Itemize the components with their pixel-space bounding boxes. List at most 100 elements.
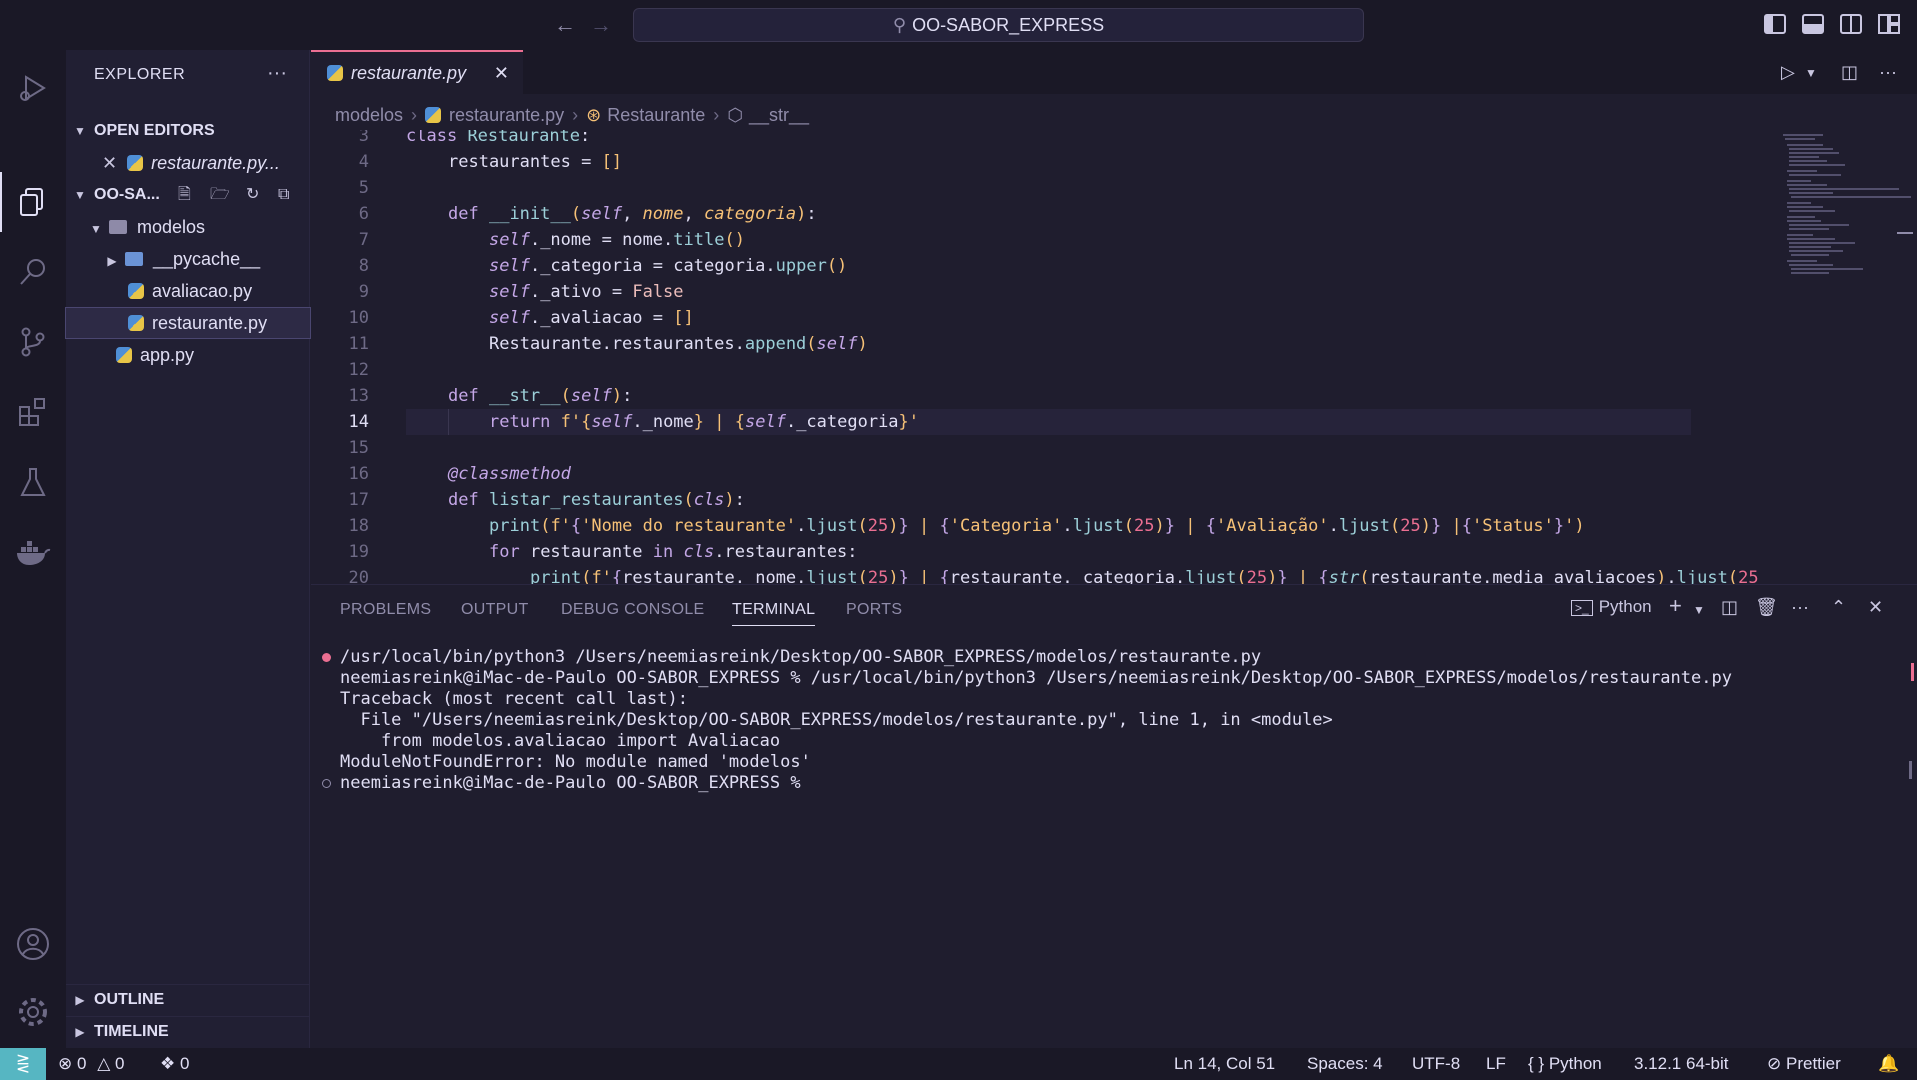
line-number: 6	[358, 204, 369, 224]
end-of-line[interactable]: LF	[1486, 1048, 1506, 1080]
python-file-icon	[425, 107, 442, 123]
code-line: 10 self._avaliacao = []	[311, 305, 1791, 331]
timeline-section[interactable]: ▶ TIMELINE	[66, 1016, 310, 1046]
outline-section[interactable]: ▶ OUTLINE	[66, 984, 310, 1014]
line-number: 20	[348, 568, 369, 584]
toggle-primary-sidebar-icon[interactable]	[1764, 14, 1786, 34]
account-icon[interactable]	[0, 914, 66, 974]
code-line: 9 self._ativo = False	[311, 279, 1791, 305]
collapse-all-icon[interactable]: ⧉	[278, 180, 289, 210]
explorer-icon[interactable]	[0, 172, 66, 232]
cursor-position[interactable]: Ln 14, Col 51	[1174, 1048, 1275, 1080]
problems-indicator[interactable]: ⊗ 0 △ 0	[58, 1048, 124, 1080]
file-app[interactable]: app.py	[66, 340, 310, 370]
toggle-secondary-sidebar-icon[interactable]	[1840, 14, 1862, 34]
code-text: self._nome = nome.title()	[489, 230, 745, 250]
split-editor-icon[interactable]: ◫	[1841, 62, 1858, 83]
new-terminal-icon[interactable]: +	[1669, 593, 1682, 619]
activity-bar	[0, 50, 66, 1048]
close-tab-icon[interactable]: ✕	[494, 52, 509, 94]
remote-indicator-icon[interactable]: ⋛	[0, 1048, 46, 1080]
run-python-icon[interactable]: ▷	[1781, 62, 1795, 83]
manage-gear-icon[interactable]	[0, 982, 66, 1042]
python-interpreter[interactable]: 3.12.1 64-bit	[1634, 1048, 1729, 1080]
code-text: restaurantes = []	[448, 152, 623, 172]
source-control-icon[interactable]	[0, 312, 66, 372]
python-file-icon	[127, 155, 144, 171]
breadcrumb-folder[interactable]: modelos	[335, 105, 403, 125]
chevron-down-icon[interactable]: ▼	[1693, 603, 1705, 617]
chevron-down-icon[interactable]: ▼	[1805, 66, 1817, 80]
python-file-icon	[128, 315, 144, 331]
tab-restaurante[interactable]: restaurante.py ✕	[311, 50, 523, 94]
toggle-panel-icon[interactable]	[1802, 14, 1824, 34]
python-file-icon	[128, 283, 144, 299]
breadcrumb-file[interactable]: restaurante.py	[449, 105, 564, 125]
close-panel-icon[interactable]: ✕	[1868, 597, 1883, 618]
forward-arrow-icon[interactable]: →	[588, 12, 614, 38]
tab-terminal[interactable]: TERMINAL	[732, 601, 816, 626]
open-editors-section[interactable]: ▼ OPEN EDITORS	[66, 116, 310, 146]
line-number: 19	[348, 542, 369, 562]
formatter-label: Prettier	[1785, 1054, 1841, 1073]
code-line: 7 self._nome = nome.title()	[311, 227, 1791, 253]
line-number: 17	[348, 490, 369, 510]
maximize-panel-icon[interactable]: ⌃	[1831, 597, 1846, 618]
more-actions-icon[interactable]: ···	[267, 62, 287, 85]
terminal-icon: >_	[1571, 600, 1593, 616]
run-debug-icon[interactable]	[0, 58, 66, 118]
split-terminal-icon[interactable]: ◫	[1721, 597, 1738, 618]
minimap[interactable]	[1777, 130, 1917, 584]
code-editor[interactable]: 3 class Restaurante: 4 restaurantes = [] 5…	[311, 130, 1791, 584]
extensions-icon[interactable]	[0, 382, 66, 442]
indentation[interactable]: Spaces: 4	[1307, 1048, 1383, 1080]
new-folder-icon[interactable]: 🗁	[210, 180, 230, 210]
terminal-line: neemiasreink@iMac-de-Paulo OO-SABOR_EXPR…	[340, 773, 801, 793]
customize-layout-icon[interactable]	[1878, 14, 1900, 34]
prettier-status[interactable]: ⊘ Prettier	[1767, 1048, 1841, 1080]
breadcrumb-method[interactable]: __str__	[749, 105, 809, 125]
ports-indicator[interactable]: ❖ 0	[160, 1048, 189, 1080]
folder-modelos[interactable]: ▼ modelos	[66, 212, 310, 242]
back-arrow-icon[interactable]: ←	[552, 12, 578, 38]
terminal-shell-selector[interactable]: >_ Python	[1571, 597, 1652, 617]
code-line: 11 Restaurante.restaurantes.append(self)	[311, 331, 1791, 357]
error-count: 0	[76, 1054, 87, 1073]
folder-label: modelos	[137, 217, 206, 237]
line-number: 15	[348, 438, 369, 458]
docker-icon[interactable]	[0, 522, 66, 582]
tab-output[interactable]: OUTPUT	[461, 601, 529, 619]
outline-label: OUTLINE	[94, 991, 165, 1008]
chevron-right-icon: ›	[713, 105, 720, 125]
project-section[interactable]: ▼ OO-SA... 🗎 🗁 ↻ ⧉	[66, 180, 310, 210]
tab-label: restaurante.py	[351, 63, 467, 83]
folder-pycache[interactable]: ▶ __pycache__	[66, 244, 310, 274]
code-line: 5	[311, 175, 1791, 201]
warning-icon: △	[97, 1054, 111, 1073]
more-actions-icon[interactable]: ···	[1879, 62, 1897, 83]
search-icon[interactable]	[0, 242, 66, 302]
refresh-icon[interactable]: ↻	[246, 180, 259, 210]
more-actions-icon[interactable]: ···	[1791, 597, 1809, 618]
close-icon[interactable]: ✕	[102, 153, 117, 173]
tab-problems[interactable]: PROBLEMS	[340, 601, 431, 619]
encoding[interactable]: UTF-8	[1412, 1048, 1460, 1080]
open-editor-item[interactable]: ✕ restaurante.py...	[66, 148, 310, 178]
tab-debug-console[interactable]: DEBUG CONSOLE	[561, 601, 705, 619]
code-text: print(f'{restaurante._nome.ljust(25)} | …	[530, 568, 1759, 584]
breadcrumb-class[interactable]: Restaurante	[607, 105, 705, 125]
language-label: Python	[1548, 1054, 1602, 1073]
code-line: 12	[311, 357, 1791, 383]
search-icon: ⚲	[892, 15, 907, 35]
tab-ports[interactable]: PORTS	[846, 601, 902, 619]
terminal-scrollbar[interactable]	[1909, 761, 1912, 779]
folder-open-icon	[109, 220, 128, 234]
file-avaliacao[interactable]: avaliacao.py	[66, 276, 310, 306]
file-restaurante[interactable]: restaurante.py	[65, 307, 311, 339]
testing-flask-icon[interactable]	[0, 452, 66, 512]
new-file-icon[interactable]: 🗎	[178, 180, 191, 210]
command-center-search[interactable]: ⚲ OO-SABOR_EXPRESS	[633, 8, 1364, 42]
notifications-bell-icon[interactable]: 🔔	[1878, 1048, 1899, 1080]
language-mode[interactable]: { } Python	[1528, 1048, 1602, 1080]
kill-terminal-trash-icon[interactable]: 🗑	[1755, 597, 1778, 618]
